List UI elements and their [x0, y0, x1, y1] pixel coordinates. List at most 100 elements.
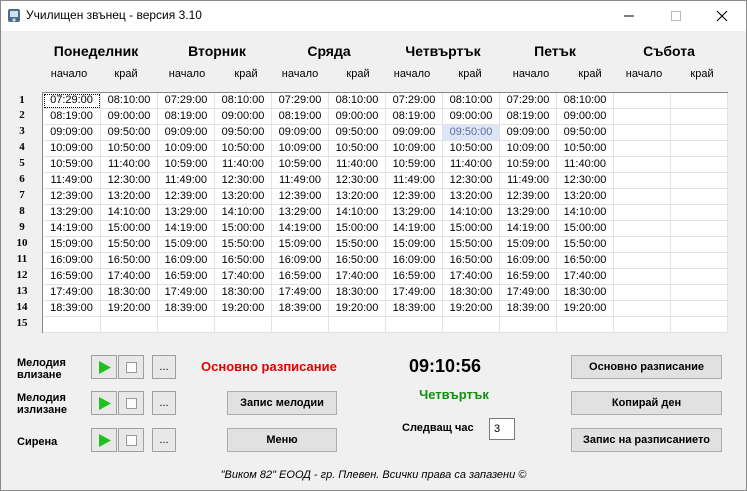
schedule-cell[interactable]: 16:09:00 [158, 253, 215, 269]
schedule-cell[interactable] [272, 317, 329, 333]
schedule-cell[interactable]: 15:00:00 [557, 221, 614, 237]
schedule-cell[interactable]: 07:29:00 [43, 93, 101, 109]
schedule-cell[interactable]: 10:09:00 [158, 141, 215, 157]
schedule-cell[interactable]: 12:39:00 [500, 189, 557, 205]
schedule-cell[interactable]: 09:50:00 [557, 125, 614, 141]
schedule-cell[interactable]: 09:00:00 [215, 109, 272, 125]
main-schedule-button[interactable]: Основно разписание [571, 355, 722, 379]
schedule-cell[interactable]: 11:40:00 [101, 157, 158, 173]
schedule-cell[interactable] [614, 173, 671, 189]
schedule-cell[interactable] [386, 317, 443, 333]
schedule-cell[interactable]: 12:30:00 [443, 173, 500, 189]
schedule-cell[interactable]: 13:20:00 [329, 189, 386, 205]
schedule-cell[interactable]: 18:30:00 [557, 285, 614, 301]
schedule-cell[interactable]: 09:00:00 [443, 109, 500, 125]
schedule-cell[interactable]: 16:50:00 [215, 253, 272, 269]
schedule-cell[interactable]: 12:30:00 [215, 173, 272, 189]
schedule-cell[interactable]: 07:29:00 [500, 93, 557, 109]
schedule-cell[interactable]: 12:39:00 [43, 189, 101, 205]
schedule-cell[interactable]: 15:09:00 [272, 237, 329, 253]
schedule-cell[interactable] [614, 269, 671, 285]
schedule-cell[interactable]: 17:40:00 [329, 269, 386, 285]
schedule-cell[interactable]: 16:59:00 [386, 269, 443, 285]
schedule-cell[interactable]: 13:29:00 [386, 205, 443, 221]
schedule-cell[interactable] [329, 317, 386, 333]
schedule-cell[interactable]: 17:40:00 [443, 269, 500, 285]
close-button[interactable] [699, 1, 745, 31]
schedule-cell[interactable] [557, 317, 614, 333]
schedule-cell[interactable]: 09:00:00 [329, 109, 386, 125]
schedule-cell[interactable]: 14:10:00 [101, 205, 158, 221]
schedule-cell[interactable]: 16:09:00 [386, 253, 443, 269]
schedule-cell[interactable]: 13:29:00 [158, 205, 215, 221]
exit-melody-play-button[interactable] [91, 391, 117, 415]
schedule-cell[interactable]: 19:20:00 [215, 301, 272, 317]
schedule-cell[interactable]: 11:40:00 [443, 157, 500, 173]
schedule-cell[interactable]: 13:20:00 [557, 189, 614, 205]
schedule-cell[interactable]: 08:10:00 [101, 93, 158, 109]
schedule-cell[interactable]: 18:30:00 [101, 285, 158, 301]
schedule-cell[interactable]: 16:09:00 [43, 253, 101, 269]
schedule-cell[interactable] [671, 157, 728, 173]
schedule-cell[interactable]: 14:19:00 [500, 221, 557, 237]
schedule-cell[interactable]: 16:50:00 [443, 253, 500, 269]
schedule-cell[interactable]: 10:50:00 [557, 141, 614, 157]
schedule-cell[interactable]: 08:19:00 [272, 109, 329, 125]
schedule-cell[interactable] [671, 237, 728, 253]
maximize-button[interactable] [653, 1, 699, 31]
schedule-cell[interactable] [671, 141, 728, 157]
schedule-cell[interactable] [671, 269, 728, 285]
schedule-cell[interactable]: 09:00:00 [101, 109, 158, 125]
schedule-grid[interactable]: 07:29:00 08:10:00 07:29:00 08:10:00 07:29:00… [42, 92, 728, 333]
schedule-cell[interactable] [500, 317, 557, 333]
schedule-cell[interactable]: 12:39:00 [386, 189, 443, 205]
schedule-cell[interactable]: 09:50:00 [443, 125, 500, 141]
menu-button[interactable]: Меню [227, 428, 337, 452]
schedule-cell[interactable]: 15:09:00 [158, 237, 215, 253]
schedule-cell[interactable]: 07:29:00 [272, 93, 329, 109]
schedule-cell[interactable]: 08:19:00 [500, 109, 557, 125]
schedule-cell[interactable]: 11:49:00 [158, 173, 215, 189]
schedule-cell[interactable]: 10:59:00 [43, 157, 101, 173]
schedule-cell[interactable]: 19:20:00 [329, 301, 386, 317]
schedule-cell[interactable] [671, 301, 728, 317]
schedule-cell[interactable]: 08:10:00 [443, 93, 500, 109]
schedule-cell[interactable]: 14:10:00 [557, 205, 614, 221]
schedule-cell[interactable]: 09:09:00 [272, 125, 329, 141]
schedule-cell[interactable]: 17:49:00 [158, 285, 215, 301]
schedule-cell[interactable]: 10:09:00 [272, 141, 329, 157]
schedule-cell[interactable] [614, 301, 671, 317]
schedule-cell[interactable] [614, 253, 671, 269]
schedule-cell[interactable]: 11:49:00 [500, 173, 557, 189]
schedule-cell[interactable]: 08:10:00 [557, 93, 614, 109]
schedule-cell[interactable] [614, 317, 671, 333]
copy-day-button[interactable]: Копирай ден [571, 391, 722, 415]
schedule-cell[interactable]: 16:59:00 [43, 269, 101, 285]
exit-melody-stop-button[interactable] [118, 391, 144, 415]
schedule-cell[interactable] [101, 317, 158, 333]
schedule-cell[interactable]: 08:19:00 [158, 109, 215, 125]
schedule-cell[interactable] [614, 221, 671, 237]
schedule-cell[interactable]: 16:50:00 [557, 253, 614, 269]
schedule-cell[interactable]: 08:19:00 [386, 109, 443, 125]
schedule-cell[interactable]: 08:10:00 [329, 93, 386, 109]
schedule-cell[interactable]: 13:20:00 [101, 189, 158, 205]
schedule-cell[interactable]: 09:50:00 [215, 125, 272, 141]
schedule-cell[interactable] [614, 141, 671, 157]
schedule-cell[interactable]: 09:50:00 [329, 125, 386, 141]
schedule-cell[interactable]: 10:50:00 [443, 141, 500, 157]
schedule-cell[interactable] [614, 189, 671, 205]
schedule-cell[interactable] [614, 93, 671, 109]
next-hour-input[interactable]: 3 [489, 418, 515, 440]
schedule-cell[interactable]: 15:00:00 [443, 221, 500, 237]
schedule-cell[interactable]: 10:59:00 [386, 157, 443, 173]
schedule-cell[interactable]: 12:39:00 [158, 189, 215, 205]
schedule-cell[interactable]: 15:00:00 [329, 221, 386, 237]
schedule-cell[interactable]: 07:29:00 [386, 93, 443, 109]
schedule-cell[interactable]: 09:09:00 [386, 125, 443, 141]
schedule-cell[interactable]: 14:19:00 [272, 221, 329, 237]
schedule-cell[interactable]: 07:29:00 [158, 93, 215, 109]
schedule-cell[interactable]: 09:09:00 [500, 125, 557, 141]
schedule-cell[interactable]: 14:19:00 [43, 221, 101, 237]
schedule-cell[interactable]: 10:59:00 [158, 157, 215, 173]
